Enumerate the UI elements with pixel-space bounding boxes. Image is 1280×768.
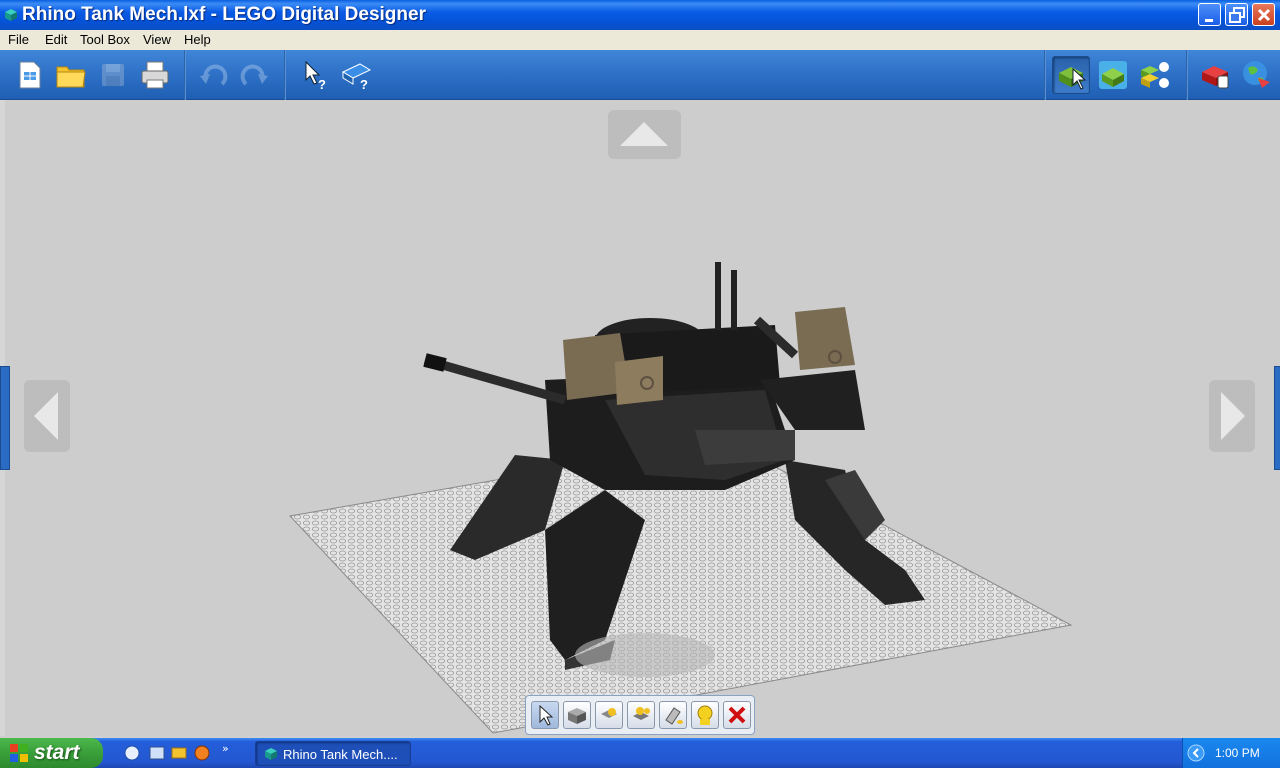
clone-tool-button[interactable] [563,701,591,729]
minifig-hide-icon [697,705,713,725]
view-mode-icon [1099,61,1127,89]
disk-icon [102,64,124,86]
close-button[interactable] [1252,3,1275,26]
lego-designer-icon [265,748,277,760]
toolbar-separator [284,50,286,100]
start-button[interactable]: start [0,738,103,768]
system-tray: 1:00 PM [1182,738,1280,768]
hinge-tool-button[interactable] [595,701,623,729]
minimize-button[interactable] [1198,3,1221,26]
clock: 1:00 PM [1215,746,1260,760]
menu-view[interactable]: View [143,32,171,47]
book-help-icon: ? [341,63,372,92]
menu-edit[interactable]: Edit [45,32,67,47]
desktop-icon[interactable] [149,746,165,760]
toolbar-separator [1186,50,1188,100]
main-toolbar: ? ? [0,50,1280,100]
pointer-help-icon: ? [305,60,326,92]
ie-icon[interactable] [124,745,140,761]
svg-text:?: ? [360,77,368,92]
delete-tool-button[interactable] [723,701,751,729]
menu-bar: File Edit Tool Box View Help [0,30,1280,50]
menu-file[interactable]: File [8,32,29,47]
help-book-button[interactable]: ? [338,56,376,94]
clone-brick-icon [568,708,586,724]
firefox-icon[interactable] [194,745,210,761]
title-bar[interactable]: Rhino Tank Mech.lxf - LEGO Digital Desig… [0,0,1280,30]
save-button[interactable] [94,56,132,94]
undo-icon [200,64,228,86]
taskbar: start » Rhino Tank Mech.... 1:00 PM [0,738,1280,768]
quick-launch-bar: » [124,742,229,761]
upload-button[interactable] [1238,56,1276,94]
print-button[interactable] [136,56,174,94]
open-button[interactable] [52,56,90,94]
printer-icon [141,61,169,89]
lego-shop-icon [1202,66,1229,89]
select-arrow-icon [539,704,554,726]
menu-tool-box[interactable]: Tool Box [80,32,130,47]
3d-viewport[interactable] [0,100,1280,736]
hinge-align-icon [633,707,650,720]
globe-upload-icon [1243,61,1270,88]
explorer-icon[interactable] [171,747,187,759]
hinge-icon [601,708,617,718]
toolbar-separator [184,50,186,100]
building-guide-mode-button[interactable] [1136,56,1174,94]
scene [289,262,1073,734]
redo-button[interactable] [236,56,274,94]
paint-tool-button[interactable] [659,701,687,729]
app-window: Rhino Tank Mech.lxf - LEGO Digital Desig… [0,0,1280,768]
hinge-align-tool-button[interactable] [627,701,655,729]
new-model-button[interactable] [10,56,48,94]
start-label: start [34,741,80,764]
view-mode-button[interactable] [1094,56,1132,94]
close-icon [1257,8,1271,22]
restore-button[interactable] [1225,3,1248,26]
undo-button[interactable] [194,56,232,94]
menu-help[interactable]: Help [184,32,211,47]
new-file-icon [19,61,41,89]
windows-logo-icon [10,744,28,762]
svg-text:?: ? [318,77,326,92]
folder-icon [56,66,86,88]
tool-palette [525,695,755,735]
paint-bucket-icon [665,707,683,725]
lego-designer-icon [5,9,17,21]
build-mode-icon [1059,67,1087,90]
help-pointer-button[interactable]: ? [296,56,334,94]
select-tool-button[interactable] [531,701,559,729]
build-mode-button[interactable] [1052,56,1090,94]
taskbar-app-label: Rhino Tank Mech.... [283,747,398,762]
window-title: Rhino Tank Mech.lxf - LEGO Digital Desig… [22,4,426,25]
show-hidden-icons-button[interactable] [1187,744,1205,762]
delete-x-icon [728,706,746,724]
minimize-icon [1205,19,1213,22]
redo-icon [240,64,268,86]
chevron-right-icon[interactable]: » [222,742,229,755]
shop-button[interactable] [1196,56,1234,94]
hide-tool-button[interactable] [691,701,719,729]
toolbar-separator [1044,50,1046,100]
taskbar-app-rhino-tank[interactable]: Rhino Tank Mech.... [255,741,411,766]
restore-icon [1229,7,1245,23]
building-guide-icon [1141,62,1169,88]
